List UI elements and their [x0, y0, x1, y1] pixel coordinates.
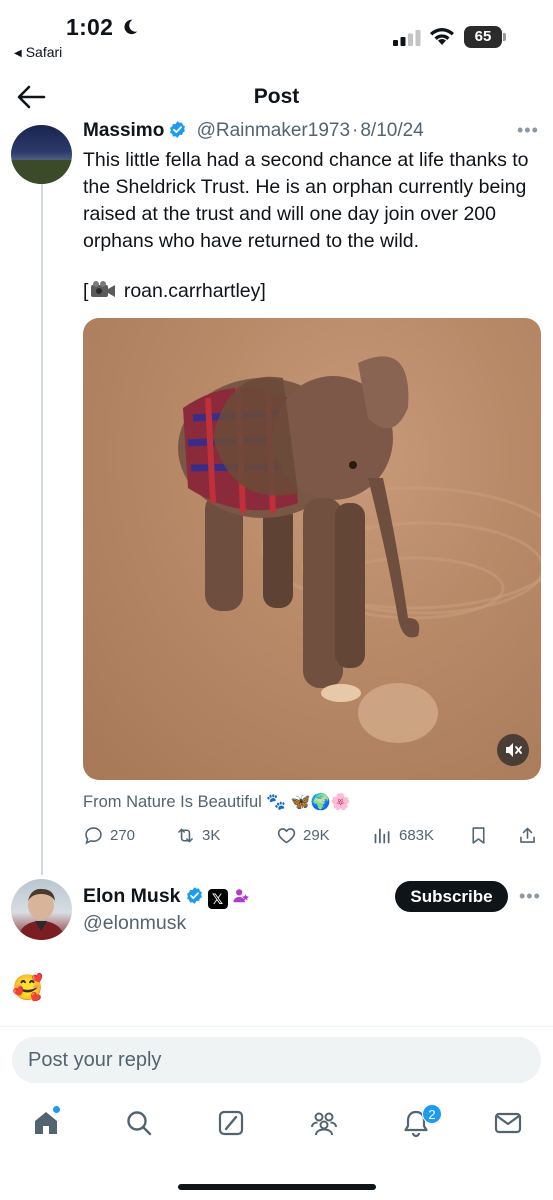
reply-author[interactable]: Elon Musk 𝕏 — [83, 885, 250, 909]
avatar-massimo[interactable] — [11, 125, 72, 184]
tab-communities[interactable] — [309, 1108, 339, 1138]
post-more-options-icon[interactable]: ••• — [517, 120, 539, 141]
bottom-tab-bar — [0, 1100, 553, 1150]
views-count: 683K — [399, 826, 435, 844]
communities-icon — [311, 1112, 337, 1136]
cellular-signal-icon — [393, 30, 421, 46]
reply-composer[interactable] — [12, 1037, 541, 1083]
status-bar: 1:02 ◀ Safari 65 — [0, 0, 553, 66]
bookmark-button[interactable] — [468, 822, 495, 848]
search-icon — [127, 1111, 152, 1136]
back-app-label: Safari — [25, 44, 63, 60]
reply-icon — [85, 826, 102, 844]
tab-grok[interactable] — [216, 1108, 246, 1138]
author-name[interactable]: Massimo — [83, 120, 164, 141]
post-header: Massimo @Rainmaker1973 · 8/10/24 — [83, 120, 424, 142]
source-emoji: 🐾 🦋🌍🌸 — [266, 794, 351, 811]
avatar-elon-musk[interactable] — [11, 879, 72, 940]
post-body-text: This little fella had a second chance at… — [83, 149, 529, 252]
verified-badge-icon — [170, 121, 186, 138]
like-button[interactable]: 29K — [276, 822, 330, 848]
verified-badge-icon — [186, 887, 202, 904]
home-unread-dot — [53, 1106, 60, 1113]
subscribe-button[interactable]: Subscribe — [395, 881, 508, 912]
avatar-portrait — [17, 888, 66, 940]
baby-elephant-image — [178, 356, 541, 743]
reply-body-text: 🥰 — [12, 974, 44, 1002]
source-attribution[interactable]: From Nature Is Beautiful 🐾 🦋🌍🌸 — [83, 792, 351, 812]
battery-level: 65 — [464, 26, 502, 48]
reply-author-handle[interactable]: @elonmusk — [83, 912, 186, 935]
date-separator: · — [352, 120, 359, 141]
credit-name: roan.carrhartley] — [123, 280, 266, 302]
tab-messages[interactable] — [493, 1108, 523, 1138]
heart-icon — [277, 827, 296, 843]
like-count: 29K — [303, 826, 330, 844]
analytics-icon — [374, 828, 390, 843]
back-to-app-link[interactable]: ◀ Safari — [14, 44, 62, 60]
affiliate-person-icon — [232, 889, 249, 903]
bookmark-icon — [472, 826, 485, 844]
reply-author-name: Elon Musk — [83, 885, 181, 907]
video-camera-icon — [91, 281, 116, 297]
repost-count: 3K — [202, 826, 221, 844]
reply-count: 270 — [110, 826, 136, 844]
reply-button[interactable]: 270 — [83, 822, 135, 848]
battery-indicator: 65 — [464, 26, 506, 48]
author-handle[interactable]: @Rainmaker1973 — [197, 120, 350, 141]
thread-connector-line — [41, 183, 43, 875]
home-indicator[interactable] — [178, 1184, 376, 1190]
share-button[interactable] — [517, 822, 544, 848]
battery-tip — [503, 33, 506, 41]
wifi-icon — [430, 28, 454, 45]
composer-divider — [0, 1026, 553, 1027]
notifications-count-badge: 2 — [422, 1104, 442, 1124]
reply-input[interactable] — [12, 1037, 541, 1083]
post-video[interactable] — [83, 318, 541, 780]
repost-icon — [178, 828, 193, 842]
source-label: From Nature Is Beautiful — [83, 793, 262, 811]
grok-icon — [218, 1110, 244, 1136]
repost-button[interactable]: 3K — [175, 822, 220, 848]
share-icon — [520, 827, 535, 843]
status-time: 1:02 — [66, 14, 114, 40]
credit-bracket: [ — [83, 280, 89, 302]
page-title: Post — [253, 85, 300, 108]
x-affiliation-badge[interactable]: 𝕏 — [207, 889, 228, 909]
mute-icon[interactable] — [497, 734, 529, 766]
messages-icon — [494, 1112, 522, 1134]
moon-icon — [124, 19, 138, 35]
nav-header: Post — [0, 72, 553, 122]
video-credit: [ roan.carrhartley] — [83, 280, 266, 303]
tab-search[interactable] — [124, 1108, 154, 1138]
reply-more-options-icon[interactable]: ••• — [519, 886, 541, 907]
post-action-bar: 270 3K 29K 683K — [83, 822, 543, 848]
views-button[interactable]: 683K — [372, 822, 434, 848]
post-date[interactable]: 8/10/24 — [360, 120, 423, 141]
